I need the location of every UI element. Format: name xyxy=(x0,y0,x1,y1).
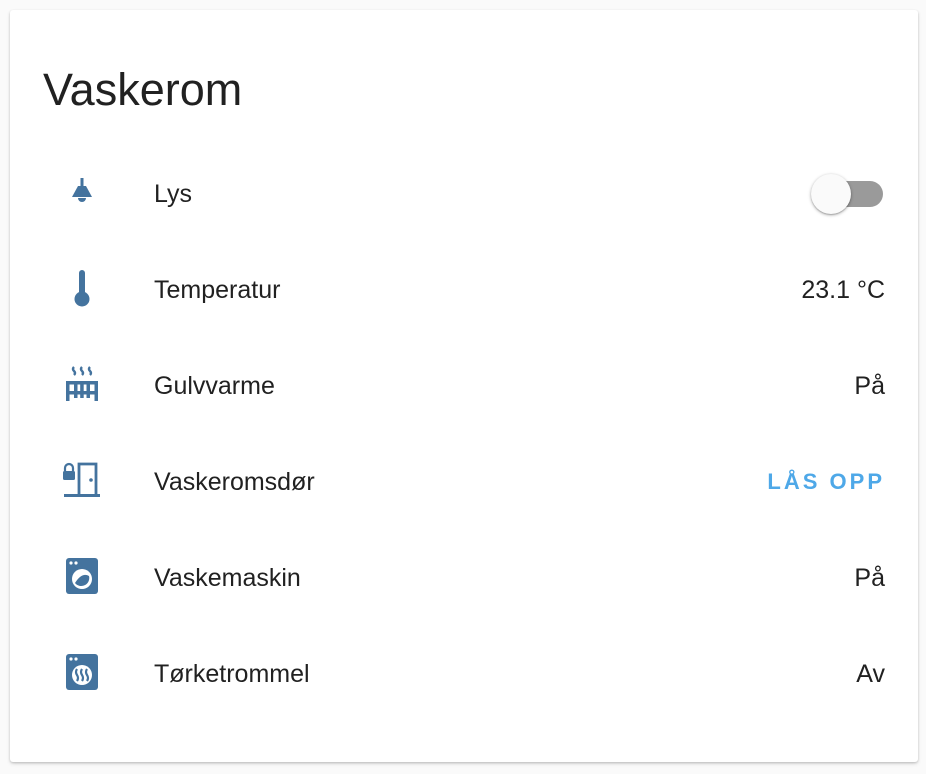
washing-machine-icon[interactable] xyxy=(58,556,106,596)
card-title: Vaskerom xyxy=(43,64,243,115)
ceiling-light-icon[interactable] xyxy=(58,172,106,212)
radiator-icon[interactable] xyxy=(58,364,106,404)
entity-label: Tørketrommel xyxy=(154,660,310,688)
entity-row-vaskemaskin[interactable]: Vaskemaskin På xyxy=(10,528,918,624)
entity-row-temperatur[interactable]: Temperatur 23.1 °C xyxy=(10,240,918,336)
entity-row-gulvvarme[interactable]: Gulvvarme På xyxy=(10,336,918,432)
entity-row-vaskeromsdor[interactable]: Vaskeromsdør LÅS OPP xyxy=(10,432,918,528)
entity-row-lys[interactable]: Lys xyxy=(10,144,918,240)
thermometer-icon[interactable] xyxy=(58,268,106,308)
dryer-state: Av xyxy=(856,660,885,688)
door-lock-icon[interactable] xyxy=(58,460,106,500)
entity-label: Gulvvarme xyxy=(154,372,275,400)
light-toggle[interactable] xyxy=(811,174,885,214)
entity-label: Lys xyxy=(154,180,192,208)
floor-heating-state: På xyxy=(854,372,885,400)
entities-card: Vaskerom Lys Temperatur 23.1 °C Gulvvarm… xyxy=(10,10,918,762)
tumble-dryer-icon[interactable] xyxy=(58,652,106,692)
entity-label: Temperatur xyxy=(154,276,281,304)
entity-label: Vaskeromsdør xyxy=(154,468,315,496)
toggle-thumb xyxy=(811,174,851,214)
entity-label: Vaskemaskin xyxy=(154,564,301,592)
washing-machine-state: På xyxy=(854,564,885,592)
entity-row-torketrommel[interactable]: Tørketrommel Av xyxy=(10,624,918,720)
temperature-value: 23.1 °C xyxy=(801,276,885,304)
unlock-button[interactable]: LÅS OPP xyxy=(767,468,885,496)
